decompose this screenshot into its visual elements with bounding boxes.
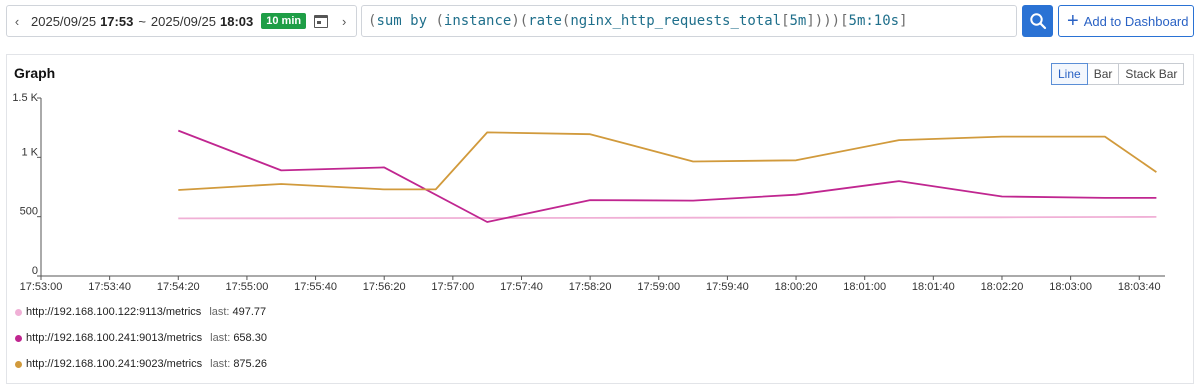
query-token: [ <box>781 13 790 29</box>
line-chart: 0 500 1 K 1.5 K 17:53:00 17:53:40 17:54:20 17:5… <box>12 92 1165 293</box>
start-date: 2025/09/25 <box>31 13 97 29</box>
x-tick-label: 17:55:40 <box>294 281 337 293</box>
query-token: instance <box>443 13 512 29</box>
query-token: ]))) <box>806 13 841 29</box>
prev-range-chevron-icon[interactable]: ‹ <box>7 14 27 29</box>
query-input[interactable]: (sum by (instance)(rate(nginx_http_reque… <box>361 5 1017 37</box>
search-icon <box>1029 13 1046 30</box>
start-time: 17:53 <box>100 13 134 29</box>
y-tick-label: 1.5 K <box>12 92 38 104</box>
query-token: ( <box>435 13 444 29</box>
query-token: 5m:10s <box>848 13 900 29</box>
query-token: 5m <box>789 13 807 29</box>
query-token: rate <box>528 13 562 29</box>
query-token: [ <box>840 13 849 29</box>
x-tick-label: 18:03:00 <box>1049 281 1092 293</box>
add-to-dashboard-label: Add to Dashboard <box>1083 13 1189 29</box>
legend-last-label: last: <box>210 358 231 370</box>
time-range-picker[interactable]: ‹ 2025/09/25 17:53 ~ 2025/09/25 18:03 10… <box>6 5 357 37</box>
search-button[interactable] <box>1022 5 1053 37</box>
query-token: ( <box>368 13 377 29</box>
legend-last-value: 875.26 <box>233 358 267 370</box>
end-time: 18:03 <box>220 13 254 29</box>
query-token: nginx_http_requests_total <box>570 13 782 29</box>
x-tick-label: 17:56:20 <box>363 281 406 293</box>
legend-item[interactable]: http://192.168.100.241:9023/metrics last:… <box>15 351 267 377</box>
x-tick-label: 18:01:40 <box>912 281 955 293</box>
y-tick-label: 0 <box>32 265 38 277</box>
legend-last-label: last: <box>210 332 231 344</box>
x-tick-label: 17:57:40 <box>500 281 543 293</box>
end-date: 2025/09/25 <box>150 13 216 29</box>
x-tick-label: 18:00:20 <box>775 281 818 293</box>
next-range-chevron-icon[interactable]: › <box>334 14 354 29</box>
plus-icon: + <box>1067 10 1079 32</box>
legend-color-dot <box>15 308 22 316</box>
x-tick-label: 18:02:20 <box>981 281 1024 293</box>
x-tick-label: 17:59:00 <box>637 281 680 293</box>
series-line-0[interactable] <box>178 215 1157 220</box>
chart-legend: http://192.168.100.122:9113/metrics last:… <box>15 299 267 377</box>
x-tick-label: 17:54:20 <box>157 281 200 293</box>
x-tick-label: 17:58:20 <box>569 281 612 293</box>
x-tick-label: 18:01:00 <box>843 281 886 293</box>
series-line-2[interactable] <box>178 131 1157 191</box>
x-tick-label: 17:53:40 <box>88 281 131 293</box>
legend-series-name: http://192.168.100.122:9113/metrics <box>26 306 202 318</box>
x-tick-label: 17:59:40 <box>706 281 749 293</box>
range-separator: ~ <box>138 13 146 29</box>
x-tick-label: 17:53:00 <box>20 281 63 293</box>
legend-last-label: last: <box>209 306 230 318</box>
legend-last-value: 658.30 <box>233 332 267 344</box>
legend-color-dot <box>15 334 22 342</box>
legend-item[interactable]: http://192.168.100.122:9113/metrics last:… <box>15 299 267 325</box>
legend-series-name: http://192.168.100.241:9013/metrics <box>26 332 203 344</box>
duration-badge[interactable]: 10 min <box>261 13 307 29</box>
x-tick-label: 18:03:40 <box>1118 281 1161 293</box>
calendar-icon[interactable] <box>314 14 329 28</box>
legend-series-name: http://192.168.100.241:9023/metrics <box>26 358 203 370</box>
add-to-dashboard-button[interactable]: + Add to Dashboard <box>1058 5 1194 37</box>
query-token: ( <box>561 13 571 29</box>
y-tick-label: 1 K <box>21 146 38 158</box>
x-tick-label: 17:55:00 <box>226 281 269 293</box>
chart-type-line-button[interactable]: Line <box>1051 63 1088 85</box>
query-token: )( <box>511 13 529 29</box>
query-token: sum by <box>376 13 436 29</box>
legend-last-value: 497.77 <box>232 306 267 318</box>
legend-color-dot <box>15 360 22 368</box>
legend-item[interactable]: http://192.168.100.241:9013/metrics last:… <box>15 325 267 351</box>
toolbar: ‹ 2025/09/25 17:53 ~ 2025/09/25 18:03 10… <box>0 0 1200 44</box>
series-line-1[interactable] <box>177 129 1157 223</box>
y-tick-label: 500 <box>20 206 38 218</box>
graph-panel: Graph Line Bar Stack Bar 0 500 1 K 1.5 K 17:… <box>6 54 1194 384</box>
query-token: ] <box>899 13 908 29</box>
time-range-display[interactable]: 2025/09/25 17:53 ~ 2025/09/25 18:03 <box>31 14 253 29</box>
x-tick-label: 17:57:00 <box>431 281 474 293</box>
